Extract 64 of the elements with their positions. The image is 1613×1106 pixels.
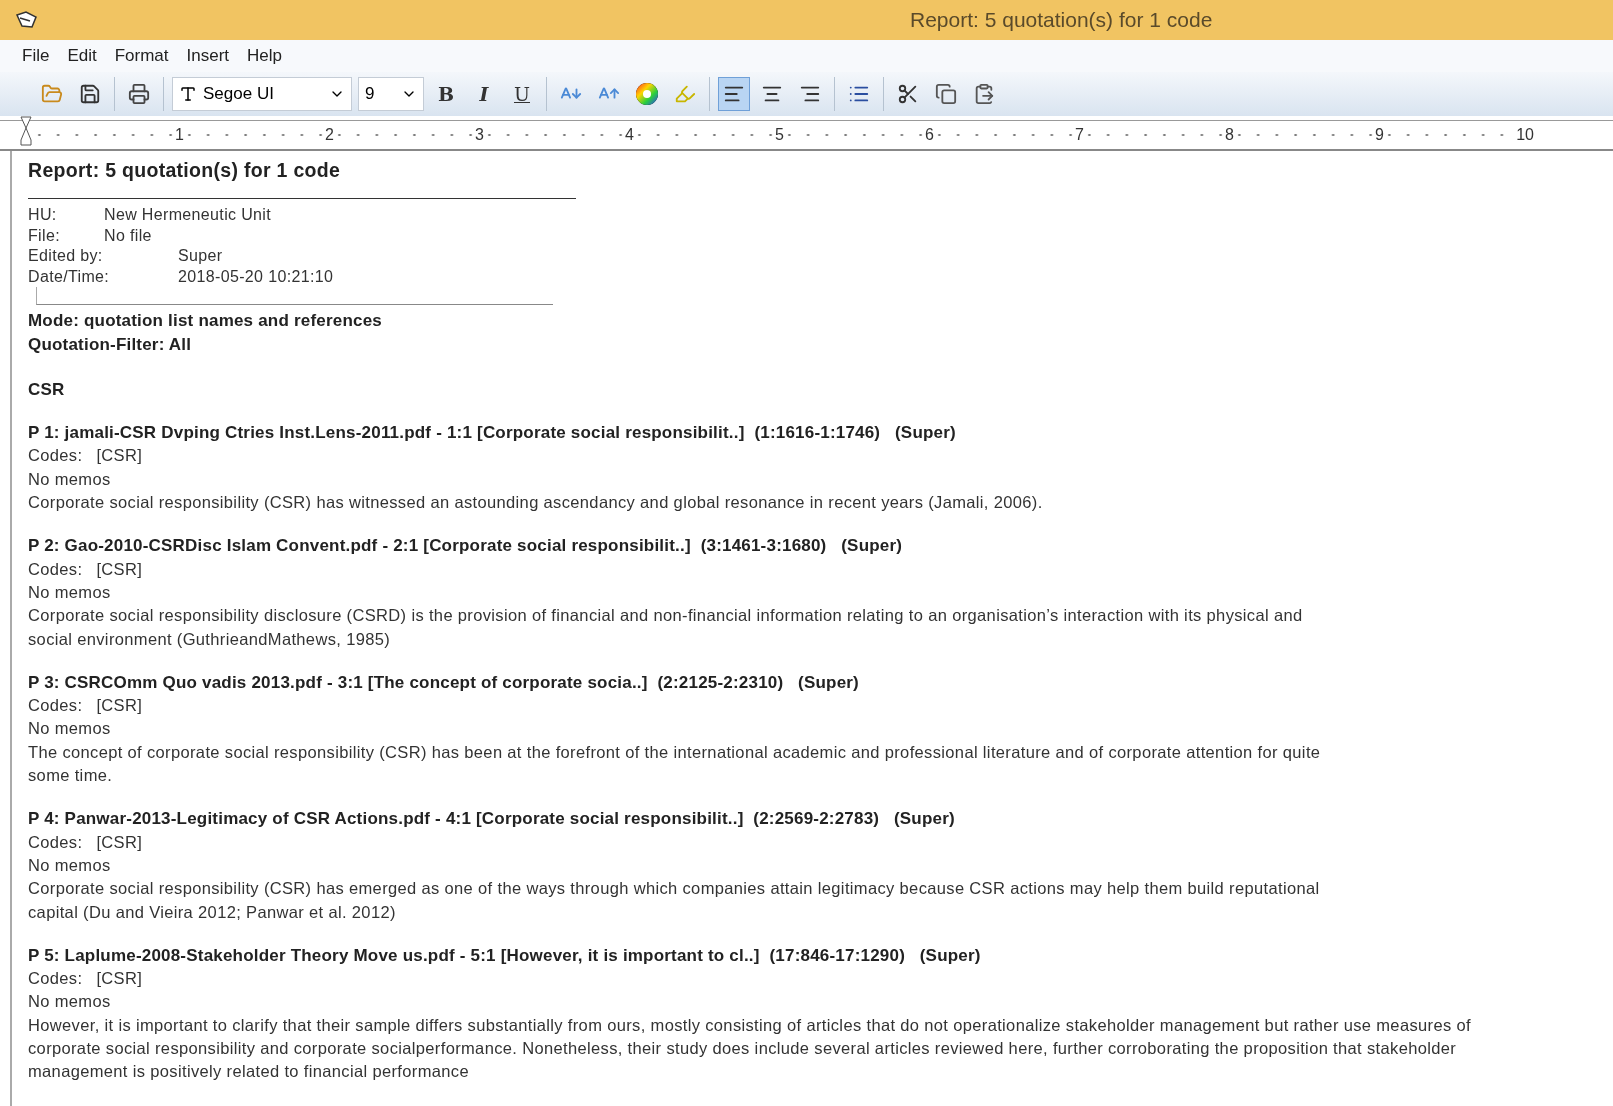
meta-value: No file bbox=[104, 225, 152, 246]
codes-value: [CSR] bbox=[96, 695, 143, 717]
quotation-heading: P 2: Gao-2010-CSRDisc Islam Convent.pdf - 2:1 [Corporate social responsibilit..] (3:1461-3:1680) (Super) bbox=[28, 535, 904, 558]
meta-value: 2018-05-20 10:21:10 bbox=[178, 266, 334, 287]
codes-value: [CSR] bbox=[96, 445, 143, 467]
codes-value: [CSR] bbox=[96, 831, 143, 853]
memos-text: No memos bbox=[28, 581, 112, 603]
window-title: Report: 5 quotation(s) for 1 code bbox=[910, 8, 1213, 32]
quotation-heading: P 3: CSRCOmm Quo vadis 2013.pdf - 3:1 [The concept of corporate socia..] (2:2125-2:2310) (Super) bbox=[28, 671, 860, 694]
codes-label: Codes: bbox=[28, 968, 83, 990]
quotation-text: management is positively related to financial performance bbox=[28, 1061, 470, 1083]
bold-button[interactable]: B bbox=[430, 77, 462, 111]
meta-label: HU: bbox=[28, 205, 58, 226]
highlighter-icon bbox=[674, 83, 696, 105]
memos-text: No memos bbox=[28, 854, 112, 876]
quotation-text: capital (Du and Vieira 2012; Panwar et al. 2012) bbox=[28, 901, 397, 923]
quotation-text: Corporate social responsibility (CSR) has witnessed an astounding ascendancy and global resonance in recent years (Jamali, 2006). bbox=[28, 492, 1044, 514]
underline-button[interactable]: U bbox=[506, 77, 538, 111]
paste-icon bbox=[973, 83, 995, 105]
meta-label: Date/Time: bbox=[28, 266, 111, 287]
quotation-text: corporate social responsibility and corporate socialperformance. Nonetheless, their study does include several articles reviewed here, further corroborating the proposition that stakeholder bbox=[28, 1038, 1458, 1059]
font-icon bbox=[179, 85, 197, 103]
meta-value: Super bbox=[178, 246, 223, 267]
quotation-text: Corporate social responsibility (CSR) has emerged as one of the ways through which companies attain legitimacy because CSR actions may help them build reputational bbox=[28, 878, 1321, 900]
copy-icon bbox=[935, 83, 957, 105]
quotation-heading: P 4: Panwar-2013-Legitimacy of CSR Actions.pdf - 4:1 [Corporate social responsibilit..] (2:2569-2:2783) (Super) bbox=[28, 808, 956, 831]
report-title: Report: 5 quotation(s) for 1 code bbox=[28, 159, 342, 183]
quotation-text: However, it is important to clarify that their sample differs substantially from ours, mostly consisting of articles that do not operationalize stakeholder management but rather use measures of bbox=[28, 1014, 1472, 1036]
font-select[interactable]: Segoe UI bbox=[172, 77, 352, 111]
quotation-text: social environment (GuthrieandMathews, 1985) bbox=[28, 628, 392, 650]
quotation-text: Corporate social responsibility disclosure (CSRD) is the provision of financial and non-financial information relating to an organisation’s interaction with its physical and bbox=[28, 605, 1304, 627]
quotation-text: The concept of corporate social responsibility (CSR) has been at the forefront of the international academic and professional literature and of corporate attention for quite bbox=[28, 741, 1322, 763]
mode-text: Mode: quotation list names and references bbox=[28, 310, 383, 333]
codes-value: [CSR] bbox=[96, 558, 143, 580]
print-icon bbox=[128, 83, 150, 105]
app-icon bbox=[14, 9, 40, 31]
menu-item[interactable]: Help bbox=[239, 44, 291, 68]
memos-text: No memos bbox=[28, 468, 112, 490]
codes-label: Codes: bbox=[28, 831, 83, 853]
quotation-text: some time. bbox=[28, 765, 114, 787]
menu-item[interactable]: Format bbox=[106, 44, 177, 68]
align-button[interactable] bbox=[718, 77, 750, 111]
meta-value: New Hermeneutic Unit bbox=[104, 205, 272, 226]
codes-label: Codes: bbox=[28, 445, 83, 467]
memos-text: No memos bbox=[28, 718, 112, 740]
save-icon bbox=[79, 83, 101, 105]
quotation-heading: P 1: jamali-CSR Dvping Ctries Inst.Lens-2011.pdf - 1:1 [Corporate social responsibilit..] (1:1616-1:1746) (Super) bbox=[28, 422, 957, 445]
open-icon bbox=[41, 83, 63, 105]
italic-button[interactable]: I bbox=[468, 77, 500, 111]
code-name: CSR bbox=[28, 378, 66, 401]
meta-label: Edited by: bbox=[28, 246, 104, 267]
menu-item[interactable]: File bbox=[14, 44, 58, 68]
codes-label: Codes: bbox=[28, 558, 83, 580]
codes-label: Codes: bbox=[28, 695, 83, 717]
codes-value: [CSR] bbox=[96, 968, 143, 990]
quotation-heading: P 5: Laplume-2008-Stakeholder Theory Move us.pdf - 5:1 [However, it is important to cl..] (17:846-17:1290) (Super) bbox=[28, 944, 982, 967]
memos-text: No memos bbox=[28, 991, 112, 1013]
filter-text: Quotation-Filter: All bbox=[28, 333, 193, 356]
scissors-icon bbox=[897, 83, 919, 105]
meta-label: File: bbox=[28, 225, 61, 246]
menu-item[interactable]: Insert bbox=[178, 44, 238, 68]
menu-item[interactable]: Edit bbox=[59, 44, 105, 68]
font-size-select[interactable]: 9 bbox=[358, 77, 424, 111]
color-wheel-icon bbox=[635, 82, 659, 106]
